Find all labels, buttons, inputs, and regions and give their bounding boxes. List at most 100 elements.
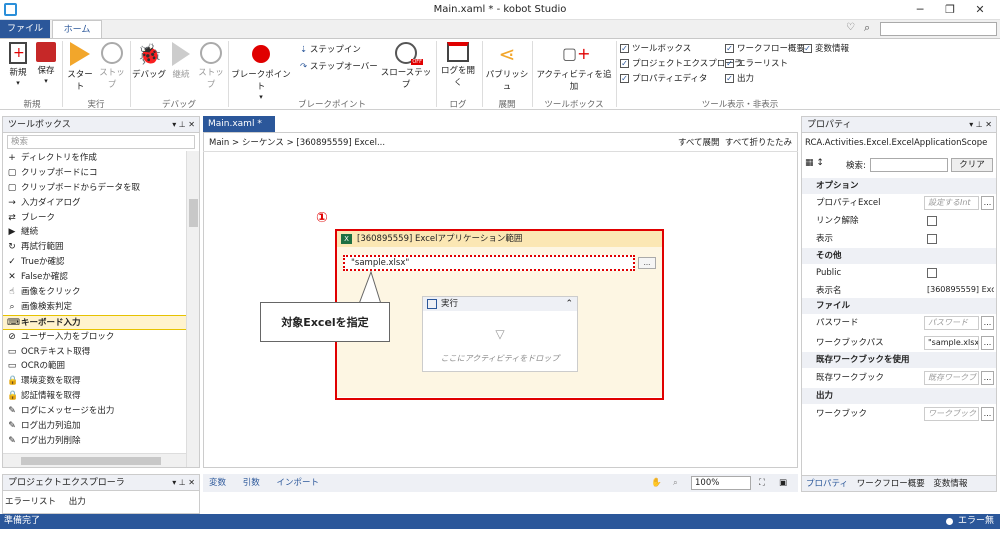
- toolbox-item[interactable]: ⊘ ユーザー入力をブロック: [3, 330, 186, 345]
- heart-icon[interactable]: ♡: [846, 22, 855, 33]
- debug-stop-button[interactable]: ストップ: [196, 42, 226, 90]
- check-error-list[interactable]: ✓ エラーリスト: [725, 57, 788, 69]
- breakpoint-button[interactable]: ブレークポイント ▾: [230, 42, 292, 102]
- tab-variables[interactable]: 変数: [209, 478, 226, 488]
- save-button[interactable]: 保存 ▾: [32, 42, 60, 86]
- collapse-all-link[interactable]: すべて折りたたみ: [725, 138, 792, 148]
- sort-icon[interactable]: ▦ ↕: [805, 158, 824, 168]
- slow-step-button[interactable]: OFF スローステップ: [380, 42, 432, 90]
- tab-properties[interactable]: プロパティ: [806, 479, 848, 489]
- check-workflow-overview[interactable]: ✓ ワークフロー概要: [725, 42, 805, 54]
- step-over-button[interactable]: ↷ ステップオーバー: [300, 60, 378, 72]
- publish-button[interactable]: ⋖ パブリッシュ: [484, 42, 530, 92]
- category-file[interactable]: ファイル: [802, 298, 996, 314]
- overview-icon[interactable]: ▣: [779, 474, 787, 492]
- add-activity-button[interactable]: ▢+ アクティビティを追加: [534, 42, 614, 92]
- toolbox-item[interactable]: ▢ クリップボードからデータを取: [3, 181, 186, 196]
- browse-button[interactable]: ...: [638, 257, 656, 269]
- hand-icon[interactable]: ✋: [651, 474, 662, 492]
- panel-pin-icon[interactable]: ▾ ⊥ ✕: [969, 117, 992, 133]
- toolbox-item[interactable]: ⌕ 画像検索判定: [3, 300, 186, 315]
- password-input[interactable]: パスワード: [924, 316, 979, 330]
- tab-imports[interactable]: インポート: [276, 478, 319, 488]
- browse-button[interactable]: ...: [981, 336, 994, 350]
- category-other[interactable]: その他: [802, 248, 996, 264]
- zoom-select[interactable]: 100%: [691, 476, 751, 490]
- workbook-path-property[interactable]: "sample.xlsx": [924, 336, 979, 350]
- toolbox-hscrollbar[interactable]: [3, 453, 186, 467]
- workbook-path-input[interactable]: "sample.xlsx": [343, 255, 635, 271]
- workbook-output-input[interactable]: ワークブック: [924, 407, 979, 421]
- toolbox-scrollbar[interactable]: [186, 151, 199, 467]
- toolbox-item[interactable]: ✎ ログ出力列削除: [3, 434, 186, 449]
- excel-property-input[interactable]: 設定するInt: [924, 196, 979, 210]
- debug-button[interactable]: 🐞 デバッグ: [132, 42, 166, 80]
- tab-output[interactable]: 出力: [69, 497, 86, 507]
- do-sequence[interactable]: 実行 ⌃ ▽ ここにアクティビティをドロップ: [422, 296, 578, 372]
- toolbox-search-input[interactable]: 検索: [7, 135, 195, 149]
- tab-arguments[interactable]: 引数: [243, 478, 260, 488]
- toolbox-item[interactable]: ▭ OCRテキスト取得: [3, 345, 186, 360]
- document-tab[interactable]: Main.xaml * ✕: [203, 116, 275, 145]
- start-button[interactable]: スタート: [64, 42, 96, 92]
- properties-search-input[interactable]: [870, 158, 948, 172]
- unlink-checkbox[interactable]: [927, 216, 937, 226]
- toolbox-item[interactable]: ✓ Trueか確認: [3, 255, 186, 270]
- properties-panel: プロパティ ▾ ⊥ ✕ RCA.Activities.Excel.ExcelApp…: [801, 116, 997, 492]
- visible-checkbox[interactable]: [927, 234, 937, 244]
- fit-screen-icon[interactable]: ⛶: [759, 474, 765, 492]
- browse-button[interactable]: ...: [981, 407, 994, 421]
- magnifier-icon[interactable]: ⌕: [673, 474, 678, 492]
- tab-error-list[interactable]: エラーリスト: [5, 497, 56, 507]
- toolbox-item[interactable]: ↻ 再試行範囲: [3, 240, 186, 255]
- toolbox-item[interactable]: 🔒 環境変数を取得: [3, 374, 186, 389]
- excel-scope-header[interactable]: X [360895559] Excelアプリケーション範囲: [337, 231, 662, 247]
- step-in-button[interactable]: ⇣ ステップイン: [300, 43, 361, 55]
- check-property-editor[interactable]: ✓ プロパティエディタ: [620, 72, 707, 84]
- panel-pin-icon[interactable]: ▾ ⊥ ✕: [172, 117, 195, 133]
- toolbox-item[interactable]: ⇄ ブレーク: [3, 211, 186, 226]
- public-checkbox[interactable]: [927, 268, 937, 278]
- toolbox-item[interactable]: + ディレクトリを作成: [3, 151, 186, 166]
- toolbox-item[interactable]: → 入力ダイアログ: [3, 196, 186, 211]
- check-project-explorer[interactable]: ✓ プロジェクトエクスプローラ: [620, 57, 742, 69]
- new-button[interactable]: + 新規 ▾: [4, 42, 32, 88]
- toolbox-item[interactable]: ✎ ログ出力列追加: [3, 419, 186, 434]
- check-output[interactable]: ✓ 出力: [725, 72, 754, 84]
- tab-file[interactable]: ファイル: [0, 20, 50, 38]
- category-options[interactable]: オプション: [802, 178, 996, 194]
- close-button[interactable]: ✕: [965, 0, 995, 20]
- toolbox-item[interactable]: ⌨ キーボード入力: [3, 314, 186, 330]
- check-toolbox[interactable]: ✓ ツールボックス: [620, 42, 691, 54]
- open-log-button[interactable]: ログを開く: [438, 42, 478, 88]
- existing-workbook-input[interactable]: 既存ワークブ: [924, 371, 979, 385]
- global-search-input[interactable]: [880, 22, 997, 36]
- toolbox-item[interactable]: ▭ OCRの範囲: [3, 359, 186, 374]
- toolbox-item[interactable]: ✕ Falseか確認: [3, 270, 186, 285]
- panel-pin-icon[interactable]: ▾ ⊥ ✕: [172, 475, 195, 491]
- continue-button[interactable]: 継続: [166, 42, 196, 80]
- toolbox-item[interactable]: ✎ ログにメッセージを出力: [3, 404, 186, 419]
- toolbox-item[interactable]: ▢ クリップボードにコ: [3, 166, 186, 181]
- stop-button[interactable]: ストップ: [96, 42, 128, 90]
- maximize-button[interactable]: ❐: [935, 0, 965, 20]
- tab-variable-info[interactable]: 変数情報: [933, 479, 967, 489]
- minimize-button[interactable]: ─: [905, 0, 935, 20]
- check-variables[interactable]: ✓ 変数情報: [803, 42, 849, 54]
- category-existing-workbook[interactable]: 既存ワークブックを使用: [802, 352, 996, 368]
- clear-button[interactable]: クリア: [951, 158, 993, 172]
- group-label-new: 新規: [23, 100, 41, 110]
- search-icon[interactable]: ⌕: [864, 21, 870, 35]
- browse-button[interactable]: ...: [981, 316, 994, 330]
- expand-all-link[interactable]: すべて展開: [678, 138, 720, 148]
- toolbox-item[interactable]: ☝ 画像をクリック: [3, 285, 186, 300]
- browse-button[interactable]: ...: [981, 371, 994, 385]
- collapse-icon[interactable]: ⌃: [565, 297, 573, 311]
- toolbox-item[interactable]: ▶ 継続: [3, 225, 186, 240]
- tab-workflow-overview[interactable]: ワークフロー概要: [857, 479, 925, 489]
- toolbox-item[interactable]: 🔒 認証情報を取得: [3, 389, 186, 404]
- browse-button[interactable]: ...: [981, 196, 994, 210]
- category-output[interactable]: 出力: [802, 388, 996, 404]
- tab-home[interactable]: ホーム: [52, 20, 102, 39]
- display-name-input[interactable]: [360895559] Exce: [924, 284, 994, 298]
